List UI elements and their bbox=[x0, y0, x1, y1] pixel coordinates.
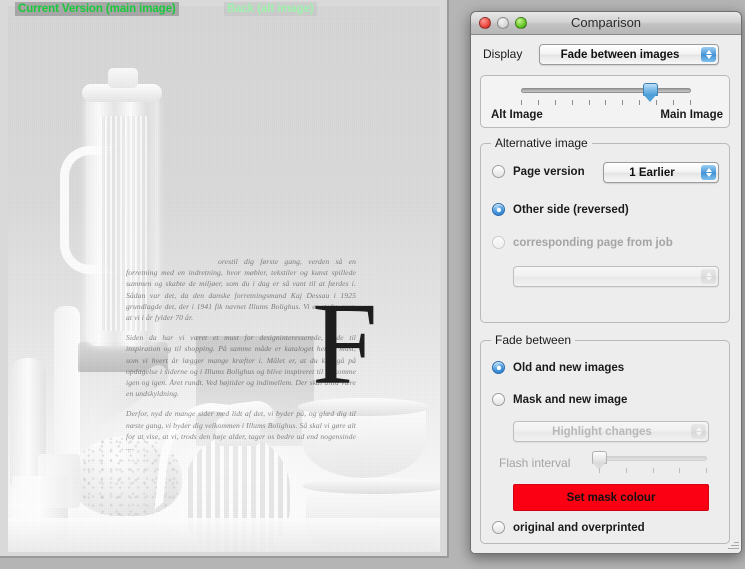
image-canvas[interactable]: F orestil dig første gang, verden så en … bbox=[8, 6, 440, 552]
fade-between-group-title: Fade between bbox=[491, 333, 576, 347]
dialog-body: Display Fade between images Alt Image Ma… bbox=[471, 35, 741, 553]
alternative-image-group-title: Alternative image bbox=[491, 136, 592, 150]
badge-current-version: Current Version (main image) bbox=[15, 2, 179, 16]
fade-slider-left-label: Alt Image bbox=[491, 109, 543, 121]
other-side-label: Other side (reversed) bbox=[513, 203, 629, 216]
fade-slider-panel: Alt Image Main Image bbox=[480, 75, 730, 128]
corresponding-page-label: corresponding page from job bbox=[513, 236, 673, 249]
fade-slider-ticks bbox=[521, 100, 691, 105]
slider-tick bbox=[639, 100, 641, 105]
flash-interval-slider[interactable] bbox=[591, 449, 711, 475]
dialog-titlebar[interactable]: Comparison bbox=[471, 12, 741, 35]
slider-tick bbox=[521, 100, 522, 105]
display-mode-value: Fade between images bbox=[560, 48, 680, 61]
flash-interval-ticks bbox=[599, 468, 707, 473]
set-mask-colour-button[interactable]: Set mask colour bbox=[513, 484, 709, 511]
mask-and-new-radio-row[interactable]: Mask and new image bbox=[492, 393, 627, 406]
chevron-updown-icon bbox=[701, 47, 716, 62]
blender-knob bbox=[108, 68, 138, 88]
document-paragraph-3: Derfor, nyd de mange sider med lidt af d… bbox=[126, 409, 356, 453]
slider-tick bbox=[625, 468, 627, 473]
image-viewer[interactable]: F orestil dig første gang, verden så en … bbox=[0, 0, 449, 558]
display-row: Display bbox=[483, 47, 522, 61]
slider-tick bbox=[554, 100, 556, 105]
display-mode-popup[interactable]: Fade between images bbox=[539, 44, 719, 65]
fade-between-group: Fade between Old and new images Mask and… bbox=[480, 333, 730, 544]
mask-and-new-label: Mask and new image bbox=[513, 393, 628, 406]
slider-tick bbox=[656, 100, 658, 105]
flash-interval-label: Flash interval bbox=[499, 456, 571, 470]
slider-tick bbox=[652, 468, 654, 473]
original-overprinted-radio[interactable] bbox=[492, 521, 505, 534]
old-and-new-radio[interactable] bbox=[492, 361, 505, 374]
page-version-radio-row[interactable]: Page version bbox=[492, 165, 585, 178]
document-text-block: F orestil dig første gang, verden så en … bbox=[126, 156, 378, 453]
badge-back-alt-image: Back (alt image) bbox=[224, 2, 317, 16]
slider-tick bbox=[689, 100, 691, 105]
set-mask-colour-label: Set mask colour bbox=[566, 491, 656, 504]
other-side-radio-row[interactable]: Other side (reversed) bbox=[492, 203, 629, 216]
slider-tick bbox=[679, 468, 681, 473]
alternative-image-group: Alternative image Page version 1 Earlier… bbox=[480, 136, 730, 323]
comparison-dialog: Comparison Display Fade between images A… bbox=[470, 11, 742, 554]
original-overprinted-label: original and overprinted bbox=[513, 521, 645, 534]
slider-tick bbox=[588, 100, 590, 105]
fade-slider[interactable]: Alt Image Main Image bbox=[481, 76, 731, 129]
chevron-updown-icon bbox=[701, 165, 716, 180]
fade-slider-right-label: Main Image bbox=[660, 109, 723, 121]
original-overprinted-radio-row[interactable]: original and overprinted bbox=[492, 521, 645, 534]
page-version-radio[interactable] bbox=[492, 165, 505, 178]
slider-tick bbox=[605, 100, 607, 105]
fade-slider-thumb[interactable] bbox=[642, 83, 658, 102]
corresponding-page-radio-row[interactable]: corresponding page from job bbox=[492, 236, 673, 249]
counter-surface bbox=[8, 518, 440, 552]
tube-object bbox=[54, 306, 80, 476]
slider-tick bbox=[622, 100, 624, 105]
corresponding-page-radio[interactable] bbox=[492, 236, 505, 249]
mask-and-new-radio[interactable] bbox=[492, 393, 505, 406]
slider-tick bbox=[599, 468, 600, 473]
flash-interval-thumb[interactable] bbox=[591, 451, 607, 470]
slider-tick bbox=[571, 100, 573, 105]
slider-tick bbox=[673, 100, 675, 105]
slider-tick bbox=[706, 468, 707, 473]
left-cup-secondary bbox=[38, 454, 80, 508]
highlight-changes-popup[interactable]: Highlight changes bbox=[513, 421, 709, 442]
fade-slider-track[interactable] bbox=[521, 88, 691, 93]
lower-bowl-rim bbox=[302, 478, 440, 494]
other-side-radio[interactable] bbox=[492, 203, 505, 216]
document-dropcap: F bbox=[312, 278, 378, 409]
dialog-title: Comparison bbox=[570, 15, 642, 30]
display-label: Display bbox=[483, 47, 523, 61]
chevron-updown-icon bbox=[691, 424, 706, 439]
flash-interval-track[interactable] bbox=[599, 456, 707, 461]
page-version-popup[interactable]: 1 Earlier bbox=[603, 162, 719, 183]
screen: F orestil dig første gang, verden så en … bbox=[0, 0, 745, 569]
old-and-new-label: Old and new images bbox=[513, 361, 625, 374]
old-and-new-radio-row[interactable]: Old and new images bbox=[492, 361, 624, 374]
slider-tick bbox=[537, 100, 539, 105]
highlight-changes-value: Highlight changes bbox=[552, 425, 652, 438]
chevron-updown-icon bbox=[701, 269, 716, 284]
job-page-popup[interactable] bbox=[513, 266, 719, 287]
resize-grip[interactable] bbox=[726, 538, 739, 551]
page-version-label: Page version bbox=[513, 165, 585, 178]
